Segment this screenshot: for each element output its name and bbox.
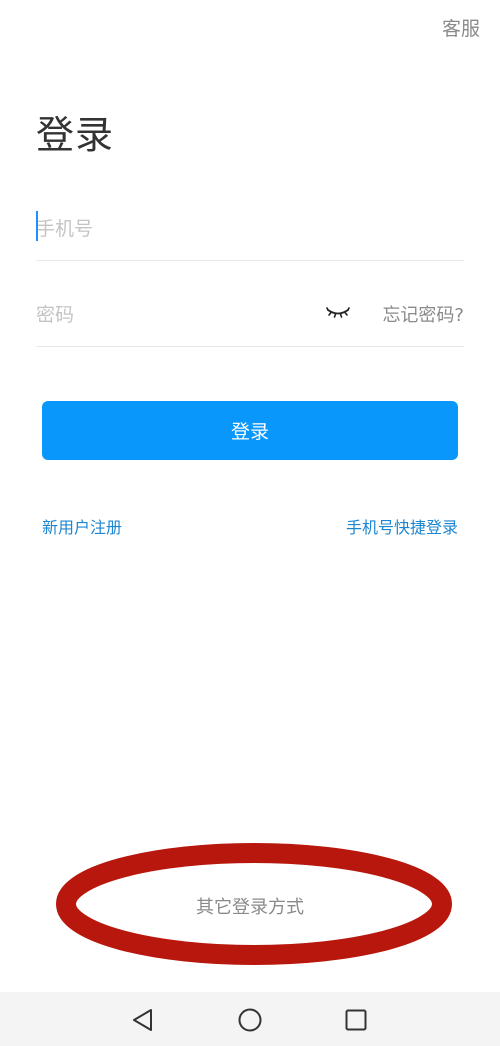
home-circle-icon[interactable]: [237, 1007, 263, 1033]
other-login-methods-link[interactable]: 其它登录方式: [0, 893, 500, 919]
phone-input[interactable]: [36, 212, 456, 246]
eye-closed-icon[interactable]: [326, 300, 350, 324]
password-input[interactable]: [36, 298, 306, 332]
login-button[interactable]: 登录: [42, 401, 458, 460]
login-screen: 客服 登录 忘记密码? 登录 新用户注册 手机号快捷登录 其它登录方式: [0, 0, 500, 992]
text-cursor: [36, 211, 38, 241]
system-nav-bar: [0, 992, 500, 1046]
recent-square-icon[interactable]: [343, 1007, 369, 1033]
phone-field: [36, 204, 464, 261]
register-link[interactable]: 新用户注册: [42, 514, 122, 538]
forgot-password-link[interactable]: 忘记密码?: [382, 301, 464, 327]
quick-login-link[interactable]: 手机号快捷登录: [346, 514, 458, 538]
customer-service-link[interactable]: 客服: [442, 14, 480, 41]
password-field: 忘记密码?: [36, 290, 464, 347]
back-triangle-icon[interactable]: [130, 1007, 156, 1033]
page-title: 登录: [36, 113, 115, 157]
